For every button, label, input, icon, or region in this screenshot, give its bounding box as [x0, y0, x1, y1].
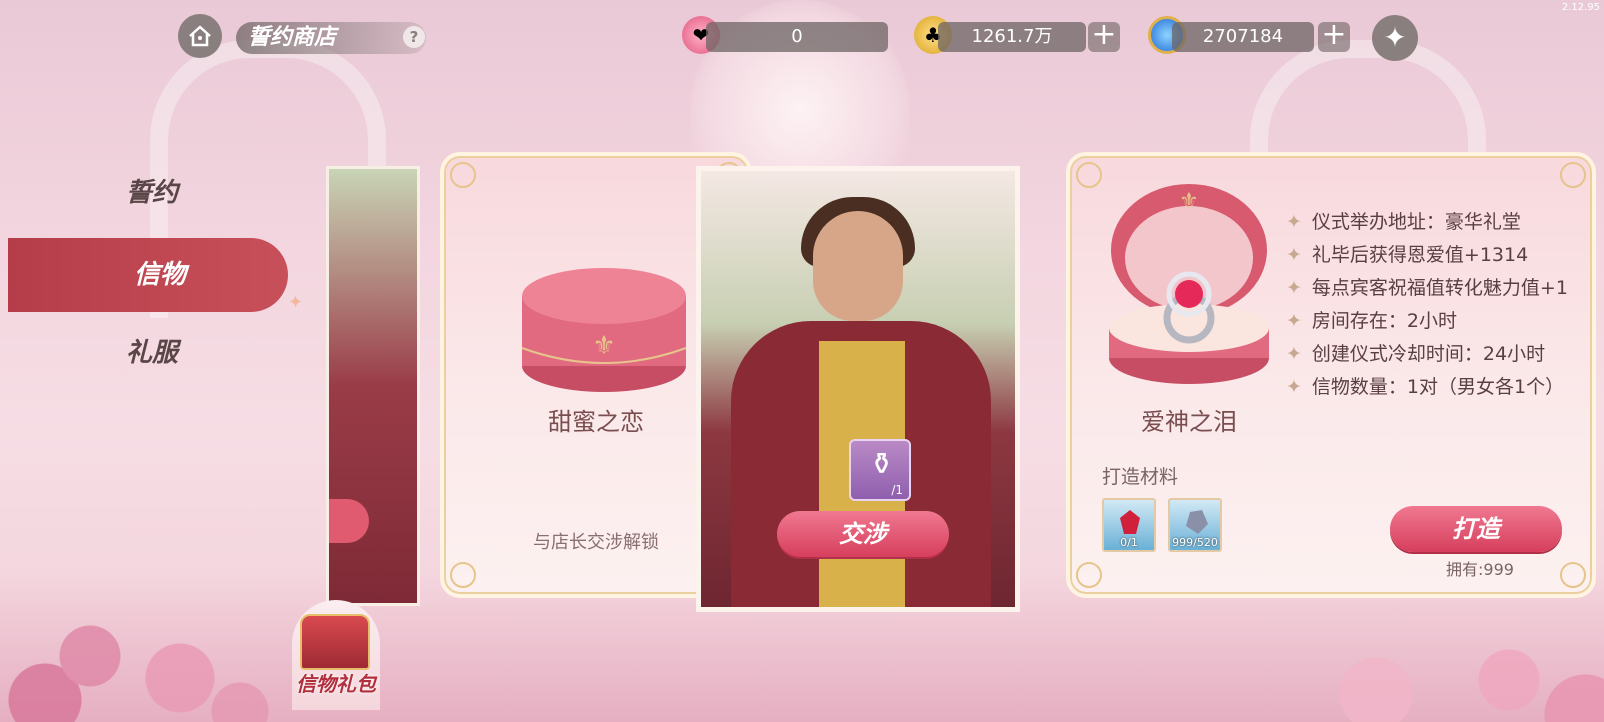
sparkle-icon: ✦: [1286, 343, 1302, 365]
sparkle-icon: ✦: [1286, 277, 1302, 299]
attribute-text: 房间存在：2小时: [1311, 310, 1458, 332]
sparkle-icon: ✦: [1286, 211, 1302, 233]
sparkle-icon: ✦: [1286, 244, 1302, 266]
nav-item-token[interactable]: 信物 ✦: [8, 238, 303, 313]
attribute-text: 创建仪式冷却时间：24小时: [1311, 343, 1546, 365]
ruby-icon: [1120, 510, 1140, 534]
craft-button[interactable]: 打造: [1390, 506, 1562, 552]
attribute-text: 信物数量：1对（男女各1个）: [1311, 376, 1565, 398]
sweet-love-box-icon: ⚜: [521, 268, 687, 392]
treasure-chest-icon: [300, 614, 370, 670]
item-slot[interactable]: ⚱ /1: [849, 439, 911, 501]
help-icon[interactable]: ?: [403, 26, 425, 48]
attribute-text: 仪式举办地址：豪华礼堂: [1311, 211, 1521, 233]
shop-title: 誓约商店: [236, 22, 426, 54]
settings-button[interactable]: ✦: [1372, 15, 1418, 61]
character-portrait: [813, 211, 903, 321]
attribute-list: ✦ 仪式举办地址：豪华礼堂 ✦ 礼毕后获得恩爱值+1314 ✦ 每点宾客祝福值转化魅力…: [1286, 206, 1568, 404]
corner-ornament: [1560, 162, 1586, 188]
corner-ornament: [450, 562, 476, 588]
attribute-item: ✦ 每点宾客祝福值转化魅力值+1: [1286, 272, 1568, 305]
gift-pack-label: 信物礼包: [296, 672, 376, 696]
flower-decoration-left: [0, 502, 300, 722]
owned-count: 拥有:999: [1446, 560, 1514, 579]
materials-label: 打造材料: [1102, 466, 1179, 488]
attribute-item: ✦ 房间存在：2小时: [1286, 305, 1568, 338]
nav-item-gown[interactable]: 礼服: [0, 316, 290, 390]
svg-text:⚜: ⚜: [592, 331, 615, 361]
nav-item-token-label: 信物: [134, 260, 187, 290]
ring-box-icon: ⚜: [1109, 184, 1269, 384]
gold-coin-value: 1261.7万: [971, 26, 1053, 47]
character-card[interactable]: ⚱ /1 交涉: [696, 166, 1020, 612]
attribute-item: ✦ 创建仪式冷却时间：24小时: [1286, 338, 1568, 371]
add-diamond-button[interactable]: +: [1319, 18, 1349, 54]
pink-gem-value: 0: [791, 26, 803, 47]
attribute-text: 每点宾客祝福值转化魅力值+1: [1311, 277, 1568, 299]
settings-icon: ✦: [1383, 21, 1407, 54]
material-count: 0/1: [1120, 536, 1138, 549]
active-star-icon: ✦: [288, 292, 304, 313]
attribute-item: ✦ 信物数量：1对（男女各1个）: [1286, 371, 1568, 404]
blue-diamond-value: 2707184: [1202, 26, 1284, 47]
item-detail-card: ⚜ 爱神之泪 ✦ 仪式举办地址：豪华礼堂 ✦ 礼毕后获得恩爱值+1314 ✦ 每点宾客…: [1066, 152, 1596, 598]
version-label: 2.12.95: [1561, 2, 1600, 13]
blue-diamond-counter: 2707184: [1172, 22, 1314, 52]
home-icon: [189, 25, 211, 47]
attribute-item: ✦ 仪式举办地址：豪华礼堂: [1286, 206, 1568, 239]
material-slot-crystal[interactable]: 999/520: [1168, 498, 1222, 552]
corner-ornament: [1560, 562, 1586, 588]
attribute-item: ✦ 礼毕后获得恩爱值+1314: [1286, 239, 1568, 272]
bottle-icon: ⚱: [869, 447, 895, 482]
svg-text:⚜: ⚜: [1179, 189, 1199, 214]
item-name: 爱神之泪: [1141, 408, 1237, 436]
sparkle-icon: ✦: [1286, 376, 1302, 398]
corner-ornament: [1076, 562, 1102, 588]
add-gold-button[interactable]: +: [1089, 18, 1119, 54]
partial-character-card[interactable]: [326, 166, 420, 606]
flower-decoration-right: [1224, 582, 1604, 722]
attribute-text: 礼毕后获得恩爱值+1314: [1311, 244, 1529, 266]
corner-ornament: [1076, 162, 1102, 188]
item-quantity: /1: [891, 483, 903, 497]
nav-item-oath[interactable]: 誓约: [0, 156, 290, 230]
crystal-icon: [1186, 510, 1208, 534]
sparkle-icon: ✦: [1286, 310, 1302, 332]
negotiate-button[interactable]: 交涉: [777, 511, 949, 557]
partial-button-fragment: [329, 499, 369, 543]
gold-coin-counter: 1261.7万: [938, 22, 1086, 52]
material-count: 999/520: [1172, 536, 1218, 549]
gift-pack-button[interactable]: 信物礼包: [292, 600, 380, 710]
pink-gem-counter: 0: [706, 22, 888, 52]
home-button[interactable]: [178, 14, 222, 58]
material-slot-ruby[interactable]: 0/1: [1102, 498, 1156, 552]
corner-ornament: [450, 162, 476, 188]
